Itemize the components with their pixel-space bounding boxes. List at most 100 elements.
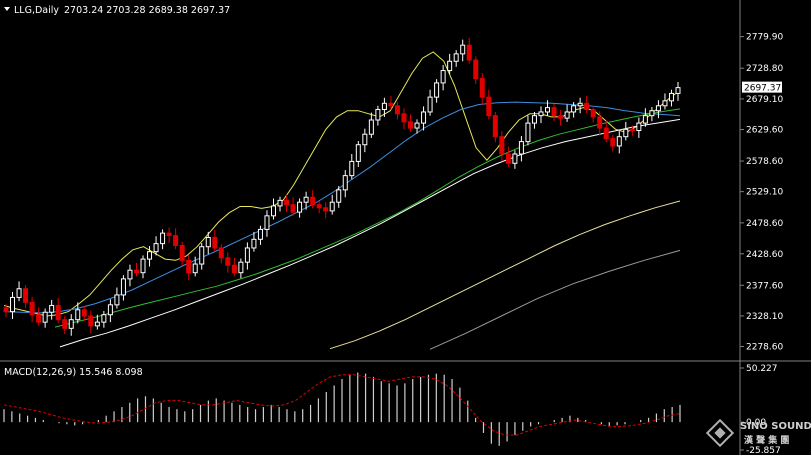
candle-body [675, 87, 681, 94]
candle-body [127, 269, 133, 280]
price-chart: LLG,Daily 2703.24 2703.28 2689.38 2697.3… [0, 0, 811, 455]
candle-body [218, 247, 224, 259]
macd-label: MACD(12,26,9) 15.546 8.098 [4, 367, 143, 378]
candle-body [297, 201, 303, 213]
candle-body [107, 304, 113, 316]
candle-body [231, 264, 237, 274]
candle-body [75, 309, 81, 321]
candle-body [88, 315, 94, 327]
candle-body [303, 196, 309, 203]
candle-body [636, 122, 642, 132]
current-price-tag: 2697.37 [742, 81, 782, 94]
candle-body [284, 199, 290, 206]
candle-body [642, 115, 648, 124]
candle-body [355, 144, 361, 162]
y-tick-label: 2428.60 [746, 250, 783, 260]
chart-background [0, 0, 811, 455]
y-tick-label: 2679.10 [746, 95, 783, 105]
y-tick-label: 2629.60 [746, 126, 783, 136]
candle-body [199, 246, 205, 265]
candle-body [362, 133, 368, 146]
candle-body [186, 259, 192, 274]
candle-body [577, 102, 583, 107]
candle-body [316, 204, 322, 209]
candle-body [421, 111, 427, 124]
candle-body [551, 107, 557, 117]
candle-body [264, 215, 270, 230]
candle-body [584, 102, 590, 110]
candle-body [10, 296, 16, 313]
candle-body [571, 105, 577, 113]
candle-body [388, 102, 394, 107]
candle-body [238, 261, 244, 274]
candle-body [486, 96, 492, 117]
candle-body [597, 116, 603, 129]
candle-body [623, 128, 629, 138]
ohlc-readout: 2703.24 2703.28 2689.38 2697.37 [64, 5, 230, 16]
macd-y-tick-label: 50.227 [746, 364, 778, 374]
candle-body [205, 236, 211, 248]
candle-body [408, 121, 414, 129]
candle-body [133, 269, 139, 274]
candle-body [55, 304, 61, 321]
candle-body [401, 113, 407, 123]
candle-body [427, 96, 433, 113]
candle-body [545, 107, 551, 113]
candle-body [668, 92, 674, 102]
candle-body [147, 251, 153, 260]
candle-body [440, 70, 446, 84]
candle-body [114, 294, 120, 306]
candle-body [342, 175, 348, 191]
candle-body [629, 128, 635, 132]
y-tick-label: 2377.60 [746, 281, 783, 291]
candle-body [492, 115, 498, 138]
y-tick-label: 2529.10 [746, 188, 783, 198]
candle-body [329, 201, 335, 212]
candle-body [538, 111, 544, 117]
candle-body [473, 59, 479, 80]
candle-body [564, 111, 570, 119]
candle-body [81, 309, 87, 317]
candle-body [23, 288, 29, 303]
candle-body [270, 205, 276, 217]
y-tick-label: 2278.60 [746, 343, 783, 353]
macd-y-tick-label: -25.857 [746, 446, 781, 455]
candle-body [414, 122, 420, 129]
candle-body [257, 228, 263, 240]
candle-body [244, 247, 250, 263]
candle-body [323, 207, 329, 212]
candle-body [466, 44, 472, 61]
candle-body [3, 307, 9, 313]
candle-body [531, 115, 537, 124]
candle-body [512, 153, 518, 164]
candle-body [101, 314, 107, 323]
candle-body [518, 141, 524, 155]
candle-body [277, 199, 283, 207]
candle-body [375, 108, 381, 121]
candle-body [36, 314, 42, 323]
candle-body [29, 301, 35, 316]
candle-body [381, 102, 387, 110]
candle-body [505, 153, 511, 164]
candle-body [603, 127, 609, 140]
candle-body [290, 204, 296, 213]
candle-body [173, 235, 179, 246]
candle-body [49, 304, 55, 313]
candle-body [310, 196, 316, 206]
watermark-brand: SINO SOUND [740, 421, 811, 432]
candle-body [479, 78, 485, 98]
candle-body [453, 53, 459, 62]
candle-body [336, 189, 342, 203]
candle-body [62, 319, 68, 329]
candle-body [447, 60, 453, 72]
candle-body [251, 238, 257, 249]
candle-body [368, 119, 374, 135]
y-tick-label: 2328.10 [746, 312, 783, 322]
candle-body [349, 160, 355, 177]
candle-body [499, 136, 505, 155]
candle-body [153, 243, 159, 253]
candle-body [590, 108, 596, 118]
candle-body [394, 105, 400, 115]
candle-body [140, 258, 146, 274]
candle-body [662, 100, 668, 107]
